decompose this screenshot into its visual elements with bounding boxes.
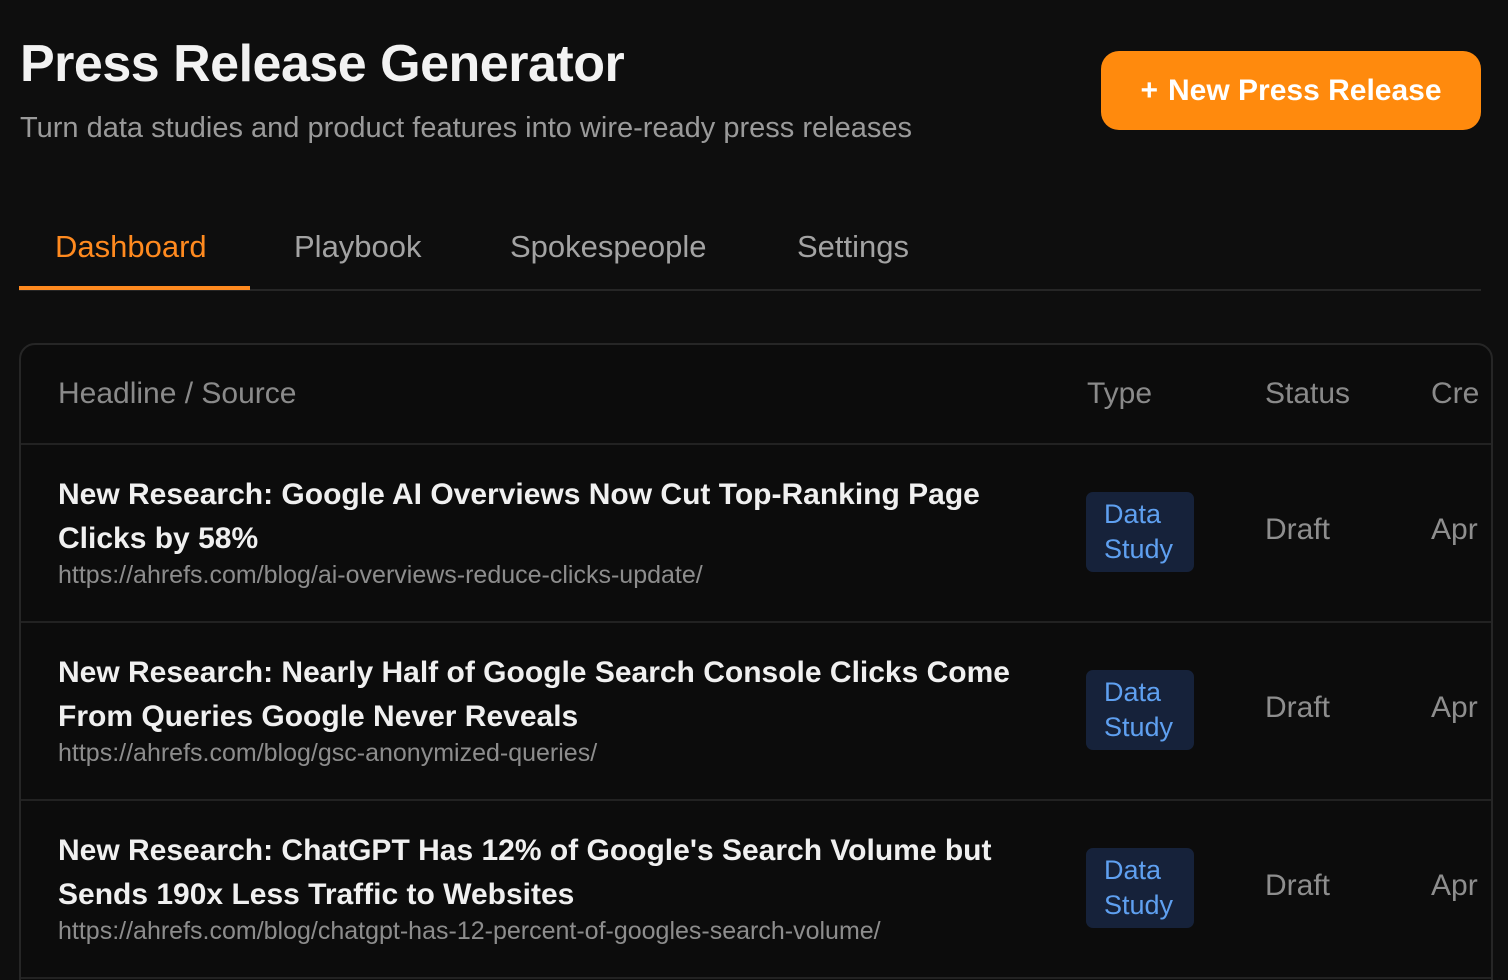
new-press-release-label: New Press Release	[1168, 73, 1442, 107]
tab-settings[interactable]: Settings	[752, 206, 952, 287]
status-text: Draft	[1265, 691, 1331, 724]
created-date: Apr	[1431, 691, 1478, 724]
row-source-url[interactable]: https://ahrefs.com/blog/gsc-anonymized-q…	[58, 739, 597, 768]
press-release-dashboard: Press Release Generator Turn data studie…	[0, 0, 1508, 980]
tab-dashboard[interactable]: Dashboard	[19, 206, 250, 290]
row-source-url[interactable]: https://ahrefs.com/blog/ai-overviews-red…	[58, 561, 703, 590]
type-badge: Data Study	[1086, 492, 1194, 572]
tab-dashboard-label: Dashboard	[55, 228, 207, 264]
created-date: Apr	[1431, 869, 1478, 902]
page-subtitle: Turn data studies and product features i…	[20, 112, 912, 144]
tab-settings-label: Settings	[797, 228, 910, 264]
tab-bar: Dashboard Playbook Spokespeople Settings	[19, 206, 1481, 291]
status-text: Draft	[1265, 869, 1331, 902]
row-headline[interactable]: New Research: Google AI Overviews Now Cu…	[58, 473, 1048, 561]
row-headline[interactable]: New Research: ChatGPT Has 12% of Google'…	[58, 829, 1048, 917]
page-header: Press Release Generator Turn data studie…	[20, 32, 1481, 152]
table-row[interactable]: New Research: Google AI Overviews Now Cu…	[21, 445, 1491, 623]
page-title: Press Release Generator	[20, 35, 625, 93]
created-date: Apr	[1431, 513, 1478, 546]
plus-icon: +	[1140, 73, 1158, 107]
tab-spokespeople[interactable]: Spokespeople	[464, 206, 752, 287]
row-headline[interactable]: New Research: Nearly Half of Google Sear…	[58, 651, 1048, 739]
column-header-status[interactable]: Status	[1265, 345, 1350, 443]
table-header: Headline / Source Type Status Cre	[21, 345, 1491, 445]
type-badge: Data Study	[1086, 670, 1194, 750]
column-header-headline[interactable]: Headline / Source	[58, 345, 296, 443]
table-row[interactable]: New Research: Nearly Half of Google Sear…	[21, 623, 1491, 801]
tab-playbook[interactable]: Playbook	[250, 206, 464, 287]
column-header-created[interactable]: Cre	[1431, 345, 1479, 443]
tab-playbook-label: Playbook	[294, 228, 422, 264]
type-badge: Data Study	[1086, 848, 1194, 928]
new-press-release-button[interactable]: + New Press Release	[1101, 51, 1481, 130]
row-source-url[interactable]: https://ahrefs.com/blog/chatgpt-has-12-p…	[58, 917, 881, 946]
tab-spokespeople-label: Spokespeople	[510, 228, 707, 264]
status-text: Draft	[1265, 513, 1331, 546]
column-header-type[interactable]: Type	[1087, 345, 1152, 443]
press-releases-table: Headline / Source Type Status Cre New Re…	[19, 343, 1493, 980]
table-row[interactable]: New Research: ChatGPT Has 12% of Google'…	[21, 801, 1491, 979]
